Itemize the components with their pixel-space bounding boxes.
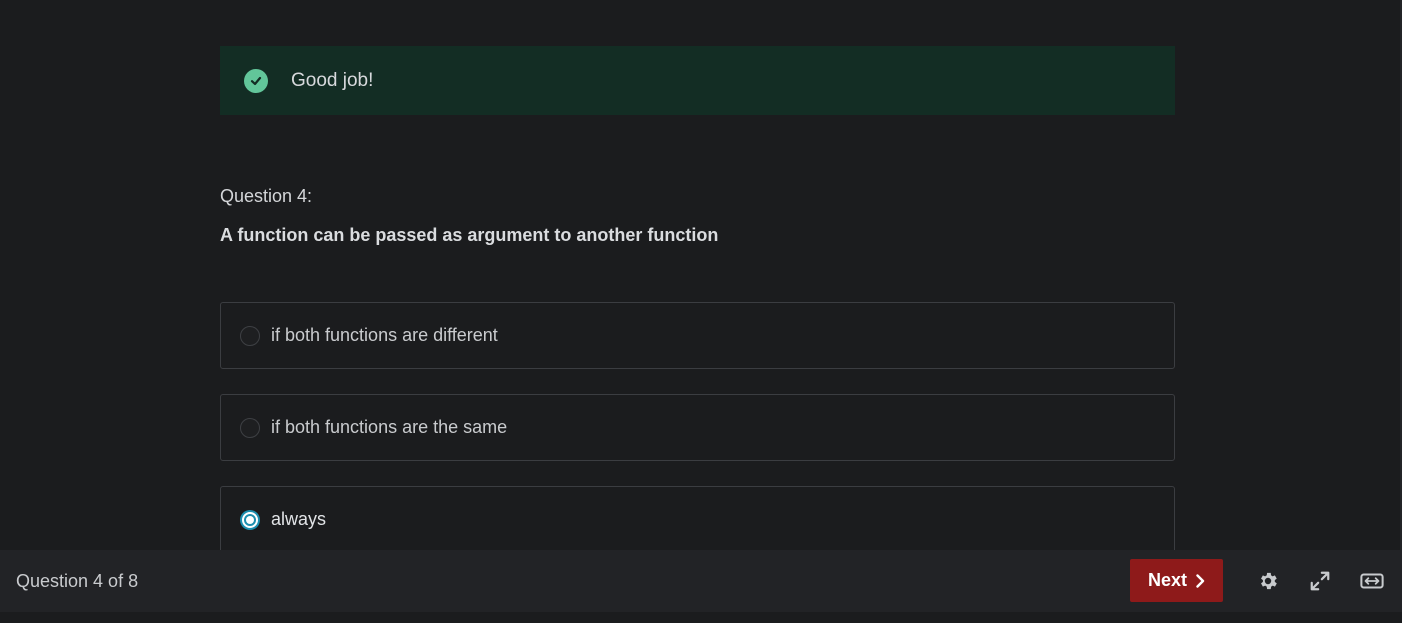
next-button[interactable]: Next xyxy=(1130,559,1223,602)
answer-option-label: if both functions are the same xyxy=(271,417,508,437)
answer-options: if both functions are different if both … xyxy=(220,302,1175,553)
question-progress: Question 4 of 8 xyxy=(16,570,139,591)
radio-button[interactable] xyxy=(240,417,260,438)
answer-option[interactable]: if both functions are different xyxy=(220,302,1175,369)
next-button-label: Next xyxy=(1147,570,1187,590)
radio-button[interactable] xyxy=(240,325,260,346)
radio-button-selected[interactable] xyxy=(240,509,260,530)
quiz-content: Good job! Question 4: A function can be … xyxy=(220,46,1175,578)
answer-option-selected[interactable]: always xyxy=(220,486,1175,553)
answer-option-label: if both functions are different xyxy=(271,325,498,345)
check-circle-icon xyxy=(244,68,268,93)
answer-option-label: always xyxy=(271,509,327,529)
chevron-right-icon xyxy=(1195,573,1205,588)
footer-bar: Question 4 of 8 Next xyxy=(0,550,1402,612)
question-number: Question 4: xyxy=(220,186,313,206)
footer-strip xyxy=(0,612,1402,623)
feedback-banner: Good job! xyxy=(220,46,1175,115)
feedback-message: Good job! xyxy=(291,69,374,91)
quiz-page: Good job! Question 4: A function can be … xyxy=(0,0,1402,623)
resize-width-icon[interactable] xyxy=(1360,569,1384,593)
answer-option[interactable]: if both functions are the same xyxy=(220,394,1175,461)
gear-icon[interactable] xyxy=(1256,569,1280,593)
fullscreen-icon[interactable] xyxy=(1308,569,1332,593)
question-text: A function can be passed as argument to … xyxy=(220,225,719,245)
